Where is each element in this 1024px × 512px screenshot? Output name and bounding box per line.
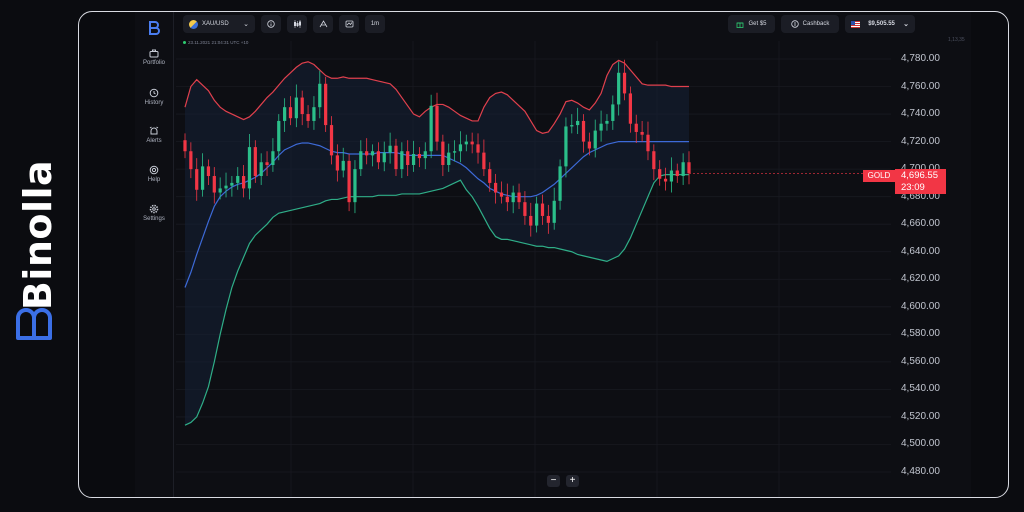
candle-body [576,120,580,126]
candle-body [640,131,644,135]
candle-body [493,182,498,193]
candle-body [206,166,211,177]
candle-body [341,160,345,171]
candle-body [423,151,427,159]
candle-body [681,162,685,177]
candle-body [540,203,545,216]
candle-body [552,200,556,223]
candle-body [200,166,205,190]
candle-body [605,120,609,124]
candle-body [265,162,269,166]
candle-body [212,176,216,193]
candle-body [581,120,586,142]
candle-body [300,97,304,115]
brand-panel: Binolla [0,0,78,512]
candle-body [329,125,334,156]
candle-body [499,192,504,197]
candle-body [283,107,287,121]
candle-body [646,134,650,152]
candle-body [593,130,597,149]
candle-body [658,169,662,179]
candle-body [382,152,386,163]
candle-body [435,105,439,142]
candle-body [669,170,674,182]
candle-body [464,141,468,145]
candle-body [652,151,656,170]
candle-body [236,176,240,183]
candle-body [400,151,404,170]
candle-body [318,83,322,108]
candle-body [277,120,281,152]
price-chart[interactable] [79,12,1009,498]
candle-body [558,166,562,201]
candle-body [570,125,574,127]
candle-body [353,169,357,203]
candle-body [482,152,486,170]
candle-body [189,151,193,170]
candle-body [564,126,568,167]
candle-body [470,141,474,145]
candle-body [488,169,492,183]
candle-body [312,107,316,121]
candle-body [230,182,234,186]
candle-body [447,152,451,166]
zoom-controls: − + [547,475,579,487]
binolla-logo-icon [16,308,52,340]
candle-body [218,188,222,193]
candle-body [183,140,187,152]
candle-body [335,155,339,171]
candle-body [458,144,463,152]
candle-body [611,104,615,121]
candle-body [599,123,603,131]
candle-body [259,162,263,177]
candle-body [617,72,621,105]
candle-body [247,147,252,189]
candle-body [511,192,515,203]
candle-body [675,170,679,177]
candle-body [587,141,591,149]
zoom-out-button[interactable]: − [547,475,560,487]
candle-body [628,93,633,124]
candle-body [365,151,369,156]
candle-body [505,196,509,203]
candle-body [388,145,392,153]
candle-body [417,153,422,159]
candle-body [452,151,457,153]
candle-body [634,123,638,132]
candle-body [517,192,521,203]
candle-body [476,144,480,153]
candle-body [370,151,375,156]
candle-body [406,151,410,166]
candle-body [411,153,416,166]
candle-body [622,72,627,94]
screenshot-frame: Portfolio History Alerts Help Settings X… [78,11,1009,498]
candle-body [529,215,533,226]
candle-body [376,151,381,163]
brand-wordmark: Binolla [16,159,60,311]
zoom-in-button[interactable]: + [566,475,579,487]
candle-body [441,141,445,166]
candle-body [429,105,433,152]
candle-body [535,203,539,226]
candle-body [546,215,550,223]
candle-body [523,202,527,216]
candle-body [687,162,691,174]
candle-body [394,145,398,170]
candle-body [306,114,310,121]
candle-body [241,176,246,189]
candle-body [253,147,257,177]
candle-body [324,83,328,126]
candle-body [271,151,275,166]
candle-body [359,151,363,170]
candle-body [347,160,351,203]
candle-body [224,185,228,189]
candle-body [288,107,293,119]
candle-body [195,169,199,190]
candle-body [663,178,668,182]
candle-body [294,97,298,119]
